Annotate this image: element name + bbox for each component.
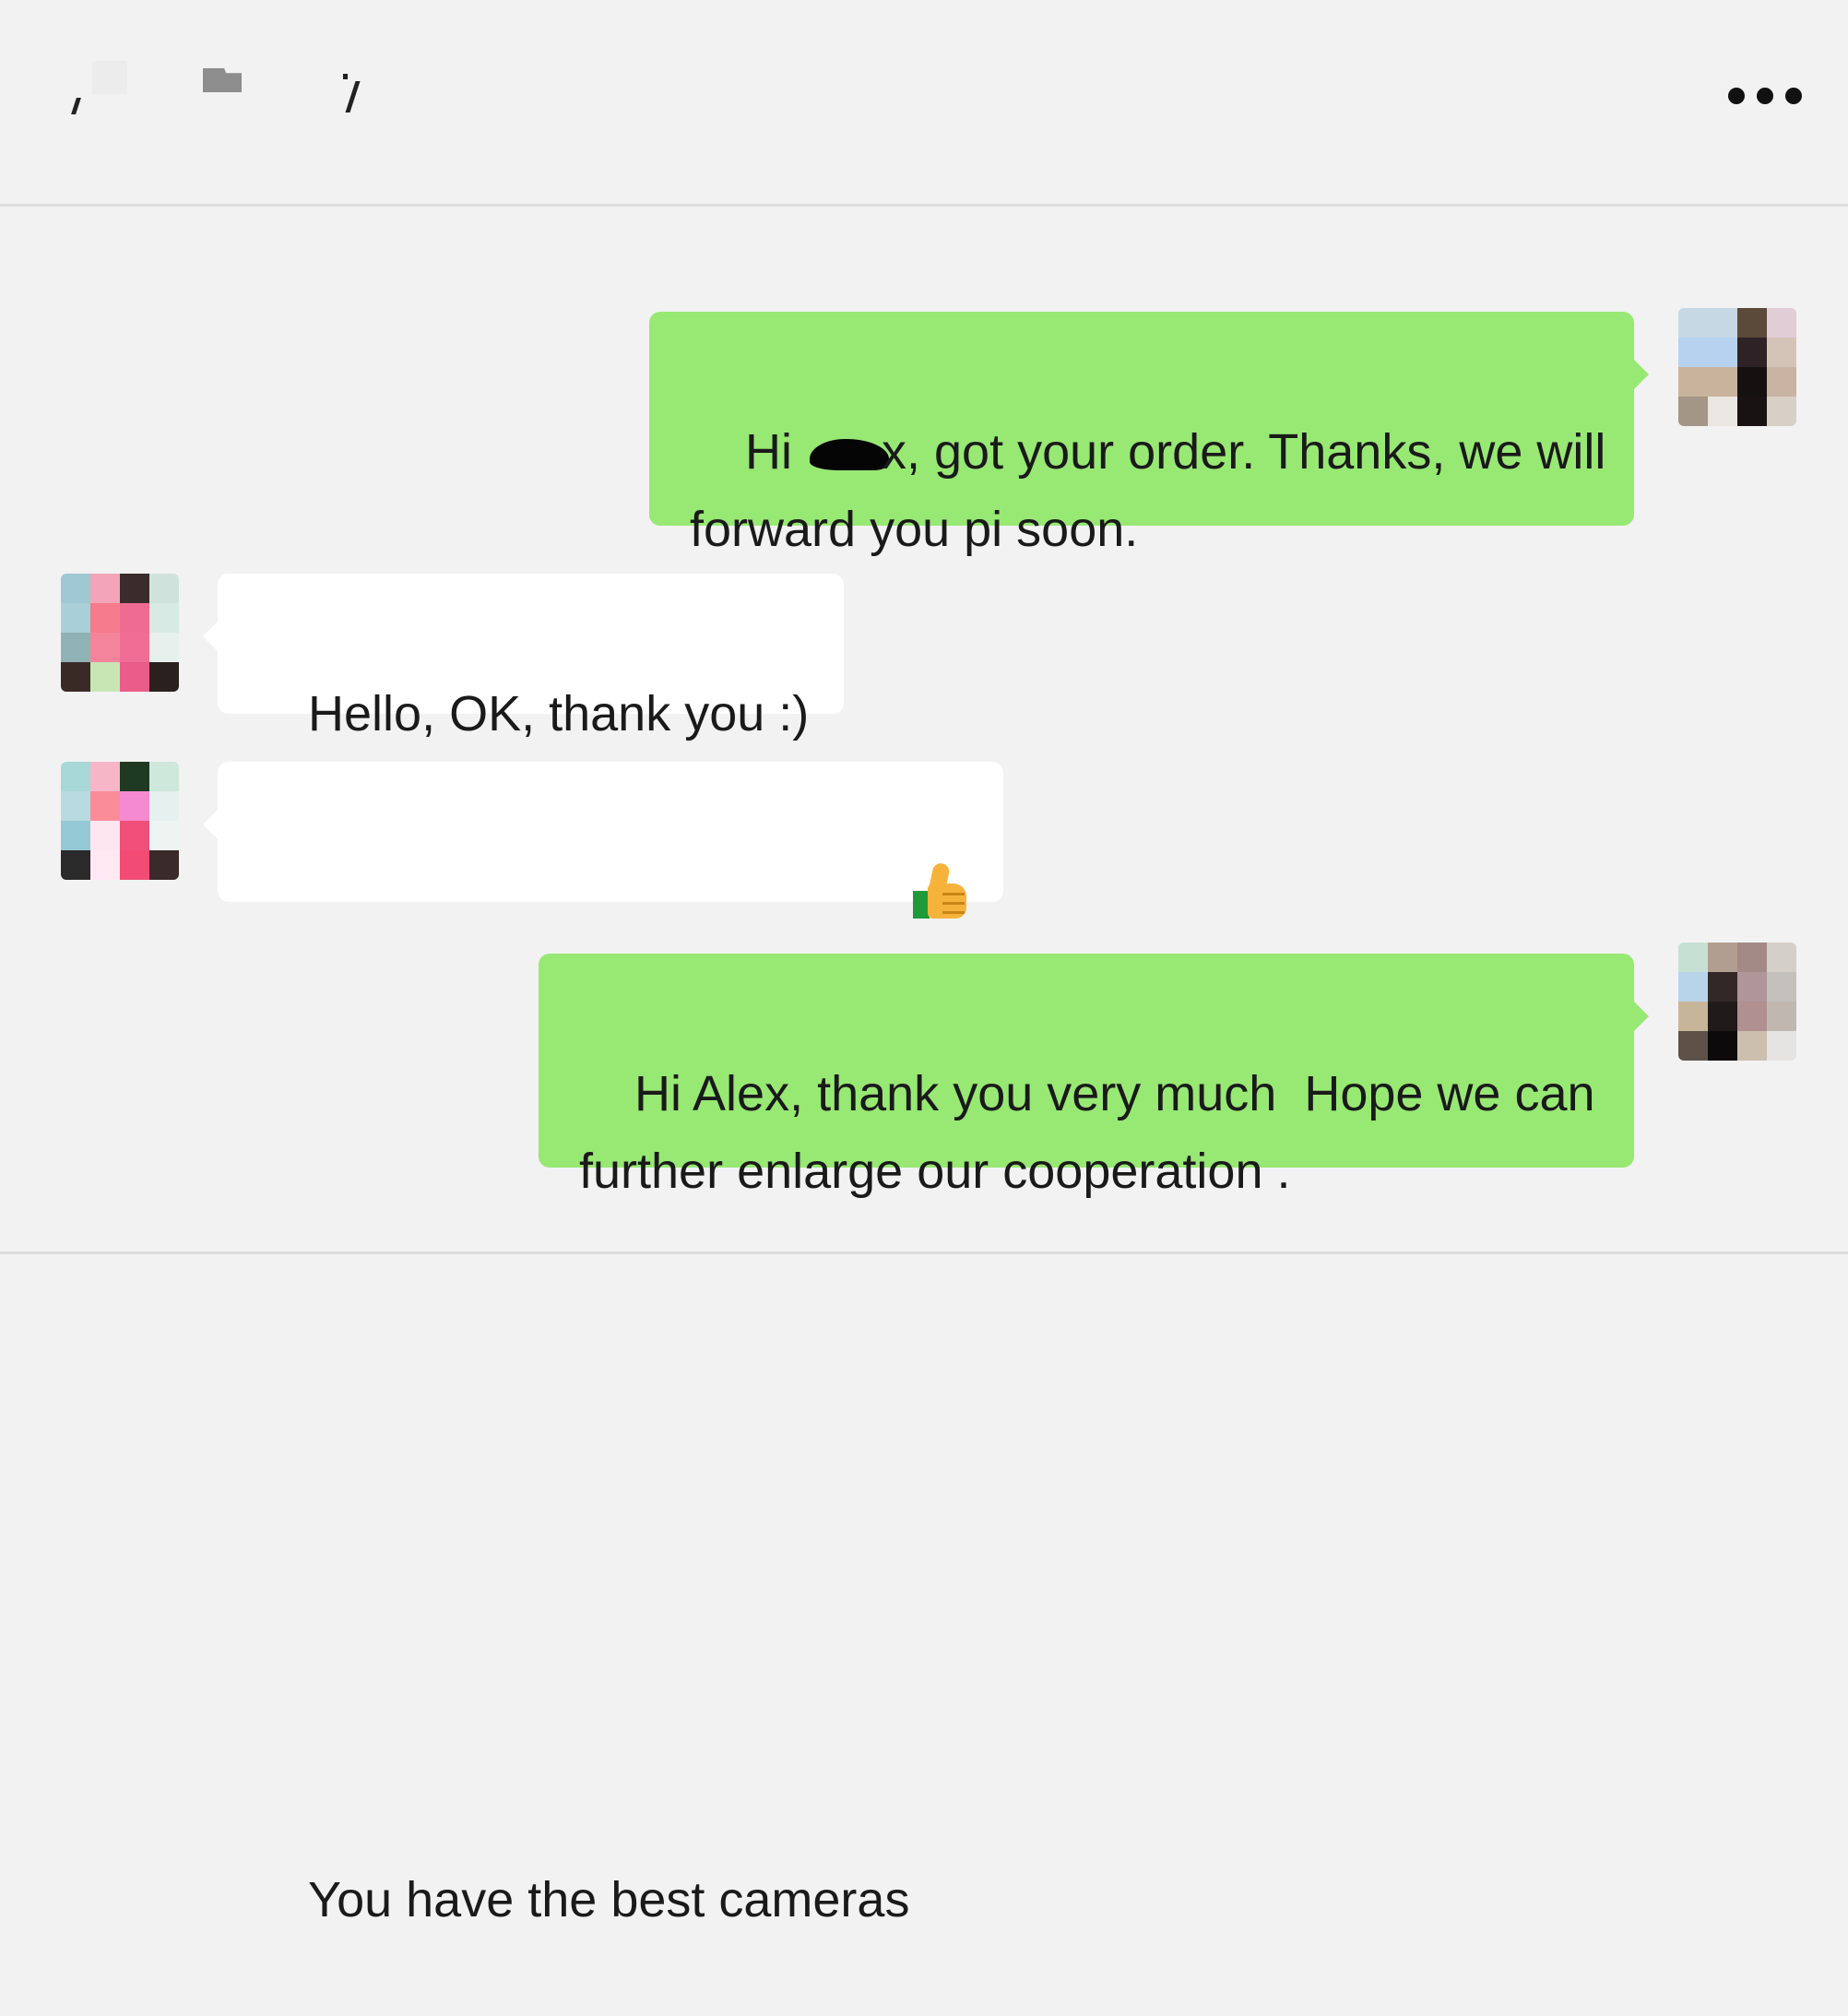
message-bubble-received[interactable]: Hello, OK, thank you :) xyxy=(202,574,845,741)
avatar-contact[interactable] xyxy=(61,574,179,692)
message-text: Hello, OK, thank you :) xyxy=(308,686,810,741)
chat-title-redacted xyxy=(66,57,398,122)
redacted-title-fragment xyxy=(71,98,81,114)
chat-header xyxy=(0,0,1848,207)
avatar-self[interactable] xyxy=(1678,308,1796,426)
message-text: You have the best cameras xyxy=(308,1872,910,1927)
thumbs-up-icon xyxy=(911,861,968,919)
redacted-title-fragment xyxy=(345,81,361,113)
more-options-button[interactable] xyxy=(1728,85,1802,107)
avatar-contact[interactable] xyxy=(61,762,179,880)
redacted-title-fragment xyxy=(343,74,348,79)
folder-icon xyxy=(203,68,242,92)
redacted-name xyxy=(810,439,890,470)
redacted-title-fragment xyxy=(92,61,127,94)
more-horizontal-icon xyxy=(1728,88,1745,104)
more-horizontal-icon xyxy=(1757,88,1773,104)
message-text: Hi Alex, thank you very much Hope we can… xyxy=(579,1066,1595,1199)
more-horizontal-icon xyxy=(1785,88,1802,104)
message-bubble-sent[interactable]: Hi Alex, thank you very much Hope we can… xyxy=(539,954,1649,1199)
avatar-self[interactable] xyxy=(1678,943,1796,1061)
message-text: Hi xyxy=(745,424,807,480)
message-bubble-received[interactable]: You have the best cameras xyxy=(202,762,1004,1927)
message-bubble-sent[interactable]: Hi x, got your order. Thanks, we will fo… xyxy=(649,312,1649,557)
message-list[interactable]: Hi x, got your order. Thanks, we will fo… xyxy=(0,207,1848,1927)
input-divider xyxy=(0,1251,1848,1254)
